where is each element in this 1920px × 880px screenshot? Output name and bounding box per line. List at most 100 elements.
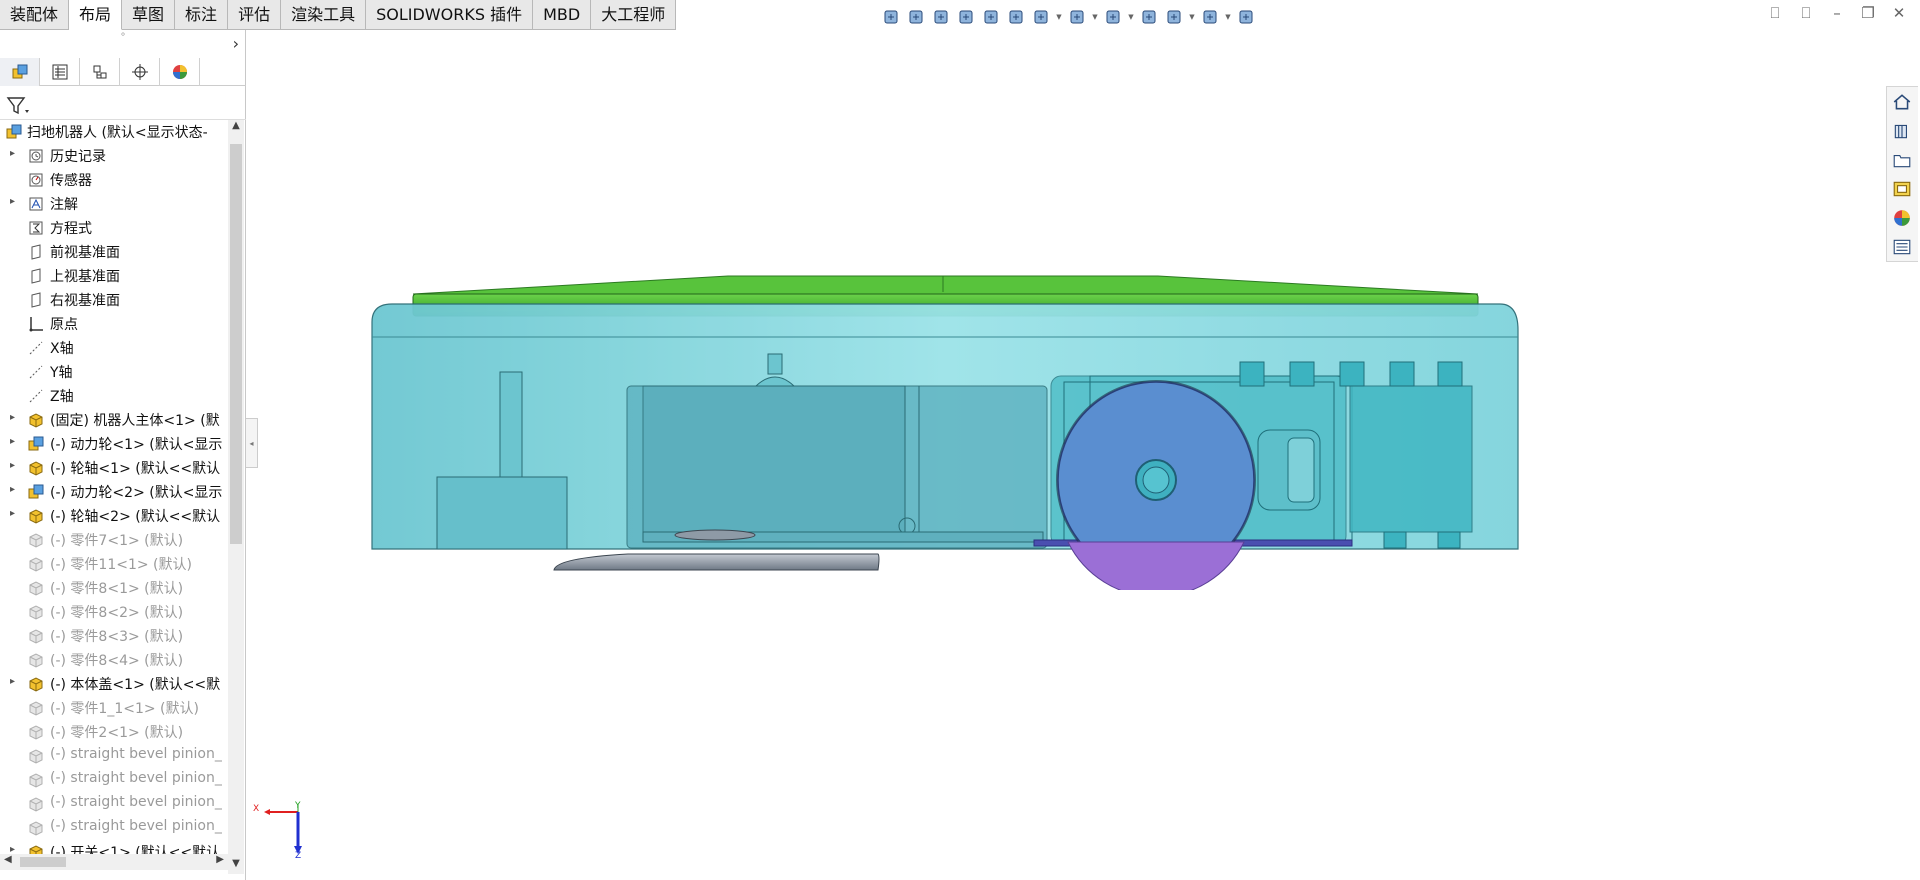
tab-7[interactable]: MBD: [533, 0, 592, 30]
tree-item[interactable]: (-) 零件7<1> (默认): [0, 528, 228, 552]
edit-appearance-icon[interactable]: [1138, 6, 1160, 28]
dropdown-caret-icon[interactable]: ▼: [1188, 6, 1196, 28]
hide-show-icon[interactable]: [1102, 6, 1124, 28]
pane-left-icon[interactable]: ⎕: [1764, 4, 1786, 22]
tree-horizontal-scrollbar[interactable]: ◀ ▶: [0, 854, 228, 870]
design-library-icon[interactable]: [1887, 116, 1917, 145]
tree-item[interactable]: (-) 零件1_1<1> (默认): [0, 696, 228, 720]
tree-item[interactable]: ▸ (-) 本体盖<1> (默认<<默: [0, 672, 228, 696]
restore-icon[interactable]: ❐: [1857, 4, 1879, 22]
panel-tab-propertymanager[interactable]: [40, 58, 80, 86]
expand-arrow-icon[interactable]: ▸: [10, 484, 15, 495]
tab-5[interactable]: 渲染工具: [281, 0, 367, 30]
tree-item[interactable]: Z轴: [0, 384, 228, 408]
tree-vertical-scrollbar[interactable]: ▲ ▼: [228, 120, 244, 874]
expand-arrow-icon[interactable]: ▸: [10, 508, 15, 519]
tree-item[interactable]: (-) straight bevel pinion_: [0, 744, 228, 768]
panel-collapse-handle[interactable]: ◂: [246, 418, 258, 468]
section-view-icon[interactable]: [980, 6, 1002, 28]
panel-tab-dimxpert[interactable]: [120, 58, 160, 86]
scroll-up-icon[interactable]: ▲: [228, 120, 244, 136]
tree-item[interactable]: (-) 零件8<3> (默认): [0, 624, 228, 648]
tree-item[interactable]: ▸ (固定) 机器人主体<1> (默: [0, 408, 228, 432]
panel-tab-appearance[interactable]: [160, 58, 200, 86]
home-icon[interactable]: [1887, 87, 1917, 116]
tab-3[interactable]: 标注: [175, 0, 229, 30]
tab-4[interactable]: 评估: [228, 0, 282, 30]
dropdown-caret-icon[interactable]: ▼: [1224, 6, 1232, 28]
dropdown-caret-icon[interactable]: ▼: [1091, 6, 1099, 28]
tree-item-label: (-) 零件8<3> (默认): [50, 629, 184, 645]
tree-item[interactable]: (-) 零件8<2> (默认): [0, 600, 228, 624]
tree-item-label: (-) 轮轴<2> (默认<<默认: [50, 509, 221, 525]
view-orientation-icon[interactable]: [880, 6, 902, 28]
tree-item[interactable]: (-) 零件8<1> (默认): [0, 576, 228, 600]
tree-item[interactable]: 传感器: [0, 168, 228, 192]
tree-item[interactable]: 前视基准面: [0, 240, 228, 264]
pane-right-icon[interactable]: ⎕: [1795, 4, 1817, 22]
dropdown-caret-icon[interactable]: ▼: [1055, 6, 1063, 28]
tree-item[interactable]: X轴: [0, 336, 228, 360]
tree-item[interactable]: 方程式: [0, 216, 228, 240]
tab-2[interactable]: 草图: [122, 0, 176, 30]
dimxpert-icon: [131, 64, 148, 80]
scroll-thumb[interactable]: [230, 144, 242, 544]
apply-scene-icon[interactable]: [1163, 6, 1185, 28]
expand-arrow-icon[interactable]: ▸: [10, 196, 15, 207]
file-explorer-icon[interactable]: [1887, 145, 1917, 174]
tab-0[interactable]: 装配体: [0, 0, 70, 30]
custom-properties-icon[interactable]: [1887, 232, 1917, 261]
scroll-down-icon[interactable]: ▼: [228, 858, 244, 874]
zoom-to-fit-icon[interactable]: [905, 6, 927, 28]
tree-item[interactable]: (-) straight bevel pinion_: [0, 792, 228, 816]
scroll-thumb-horizontal[interactable]: [20, 857, 66, 867]
panel-tab-featuremanager[interactable]: [0, 58, 40, 86]
expand-arrow-icon[interactable]: ▸: [10, 412, 15, 423]
expand-arrow-icon[interactable]: ▸: [10, 676, 15, 687]
expand-arrow-icon[interactable]: ▸: [10, 148, 15, 159]
expand-arrow-icon[interactable]: ▸: [10, 460, 15, 471]
scroll-right-icon[interactable]: ▶: [216, 854, 224, 865]
dynamic-annotation-icon[interactable]: [1005, 6, 1027, 28]
tree-item[interactable]: 右视基准面: [0, 288, 228, 312]
panel-splitter[interactable]: °: [0, 32, 246, 48]
dropdown-caret-icon[interactable]: ▼: [1127, 6, 1135, 28]
tree-item[interactable]: (-) 零件11<1> (默认): [0, 552, 228, 576]
panel-tabs-more-icon[interactable]: ›: [233, 34, 239, 53]
tree-item[interactable]: 上视基准面: [0, 264, 228, 288]
tree-item[interactable]: ▸ 历史记录: [0, 144, 228, 168]
tree-item[interactable]: ▸ (-) 轮轴<1> (默认<<默认: [0, 456, 228, 480]
tree-item[interactable]: (-) straight bevel pinion_: [0, 768, 228, 792]
expand-arrow-icon[interactable]: ▸: [10, 436, 15, 447]
tree-item[interactable]: (-) 零件8<4> (默认): [0, 648, 228, 672]
tab-1[interactable]: 布局: [69, 0, 123, 30]
panel-tab-configurationmanager[interactable]: [80, 58, 120, 86]
view-palette-icon[interactable]: [1887, 174, 1917, 203]
close-icon[interactable]: ✕: [1888, 4, 1910, 22]
tree-item[interactable]: ▸ (-) 动力轮<1> (默认<显示: [0, 432, 228, 456]
previous-view-icon[interactable]: [955, 6, 977, 28]
tab-6[interactable]: SOLIDWORKS 插件: [366, 0, 534, 30]
tree-item[interactable]: (-) 零件2<1> (默认): [0, 720, 228, 744]
tree-item[interactable]: (-) straight bevel pinion_: [0, 816, 228, 840]
graphics-area[interactable]: X Y Z: [0, 0, 1920, 880]
3d-view-icon[interactable]: [1235, 6, 1257, 28]
tab-8[interactable]: 大工程师: [591, 0, 677, 30]
appearances-icon[interactable]: [1887, 203, 1917, 232]
tree-item[interactable]: ▸ 注解: [0, 192, 228, 216]
tree-item[interactable]: Y轴: [0, 360, 228, 384]
tree-item-label: 历史记录: [50, 149, 106, 165]
minimize-icon[interactable]: –: [1826, 4, 1848, 22]
robot-model-front-view[interactable]: [368, 270, 1540, 590]
view-settings-icon[interactable]: [1199, 6, 1221, 28]
tree-item[interactable]: 原点: [0, 312, 228, 336]
view-orientation-cube-icon[interactable]: [1030, 6, 1052, 28]
tree-item[interactable]: ▸ (-) 轮轴<2> (默认<<默认: [0, 504, 228, 528]
filter-icon[interactable]: [6, 96, 30, 116]
zoom-area-icon[interactable]: [930, 6, 952, 28]
display-style-icon[interactable]: [1066, 6, 1088, 28]
tree-item-label: (-) straight bevel pinion_: [50, 818, 222, 834]
tree-item[interactable]: ▸ (-) 动力轮<2> (默认<显示: [0, 480, 228, 504]
scroll-left-icon[interactable]: ◀: [4, 854, 12, 865]
tree-item[interactable]: 扫地机器人 (默认<显示状态-: [0, 120, 228, 144]
